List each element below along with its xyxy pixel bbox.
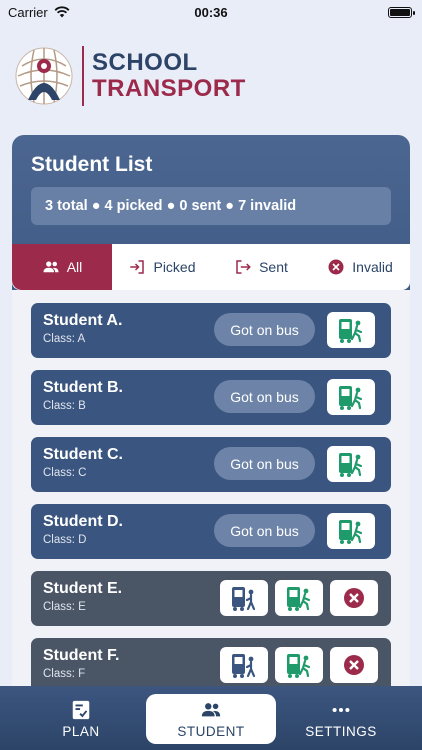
got-on-bus-button[interactable]: Got on bus <box>214 380 315 413</box>
got-on-bus-button[interactable]: Got on bus <box>214 514 315 547</box>
student-list-panel: Student List 3 total ● 4 picked ● 0 sent… <box>12 135 410 750</box>
got-on-bus-button[interactable]: Got on bus <box>214 447 315 480</box>
got-on-bus-button[interactable]: Got on bus <box>214 313 315 346</box>
exit-bus-button[interactable] <box>327 446 375 482</box>
exit-bus-button[interactable] <box>327 513 375 549</box>
student-list: Student A. Class: A Got on bus Student B… <box>12 290 410 750</box>
battery-icon <box>388 6 415 18</box>
board-bus-icon <box>232 587 256 611</box>
mark-invalid-button[interactable] <box>330 647 378 683</box>
nav-plan-label: PLAN <box>62 724 100 739</box>
login-icon <box>130 260 145 274</box>
summary-bar: 3 total ● 4 picked ● 0 sent ● 7 invalid <box>31 187 391 225</box>
logo-line-transport: TRANSPORT <box>92 75 246 102</box>
student-class: Class: E <box>43 601 86 613</box>
carrier-label: Carrier <box>8 4 48 20</box>
student-class: Class: F <box>43 668 86 680</box>
x-circle-icon <box>344 588 364 608</box>
nav-student-label: STUDENT <box>177 724 245 739</box>
more-horizontal-icon <box>332 707 350 713</box>
status-left: Carrier <box>8 5 70 20</box>
nav-plan[interactable]: PLAN <box>16 694 146 744</box>
tab-all[interactable]: All <box>12 244 112 290</box>
exit-bus-icon <box>287 654 311 678</box>
list-item[interactable]: Student E. Class: E <box>31 571 391 626</box>
student-name: Student E. <box>43 580 123 597</box>
exit-bus-button[interactable] <box>327 312 375 348</box>
tab-picked-label: Picked <box>153 259 196 275</box>
users-icon <box>43 261 59 273</box>
list-item[interactable]: Student D. Class: D Got on bus <box>31 504 391 559</box>
users-icon <box>201 703 221 717</box>
exit-bus-button[interactable] <box>275 647 323 683</box>
tab-sent[interactable]: Sent <box>212 244 310 290</box>
list-item[interactable]: Student B. Class: B Got on bus <box>31 370 391 425</box>
nav-student[interactable]: STUDENT <box>146 694 276 744</box>
x-circle-icon <box>328 259 344 275</box>
x-circle-icon <box>344 655 364 675</box>
tab-picked[interactable]: Picked <box>112 244 212 290</box>
tab-invalid-label: Invalid <box>352 259 393 275</box>
tab-invalid[interactable]: Invalid <box>310 244 410 290</box>
list-item[interactable]: Student A. Class: A Got on bus <box>31 303 391 358</box>
mark-invalid-button[interactable] <box>330 580 378 616</box>
checklist-icon <box>72 700 90 720</box>
exit-bus-icon <box>339 453 363 477</box>
bottom-nav: PLAN STUDENT SETTINGS <box>0 686 422 750</box>
nav-settings[interactable]: SETTINGS <box>276 694 406 744</box>
tab-sent-label: Sent <box>259 259 288 275</box>
exit-bus-icon <box>339 386 363 410</box>
app-logo: SCHOOL TRANSPORT <box>14 46 246 106</box>
board-bus-icon <box>232 654 256 678</box>
logout-icon <box>236 260 251 274</box>
nav-settings-label: SETTINGS <box>305 724 377 739</box>
school-logo-icon <box>15 47 73 105</box>
logo-divider <box>82 46 84 106</box>
exit-bus-icon <box>287 587 311 611</box>
exit-bus-icon <box>339 520 363 544</box>
logo-text: SCHOOL TRANSPORT <box>92 48 246 103</box>
status-bar: Carrier 00:36 <box>0 0 422 24</box>
list-item[interactable]: Student C. Class: C Got on bus <box>31 437 391 492</box>
student-name: Student F. <box>43 647 120 664</box>
filter-tabs: All Picked Sent Invalid <box>12 244 410 290</box>
exit-bus-button[interactable] <box>275 580 323 616</box>
page-title: Student List <box>31 153 153 176</box>
tab-all-label: All <box>66 259 83 275</box>
logo-line-school: SCHOOL <box>92 48 198 76</box>
list-item[interactable]: Student F. Class: F <box>31 638 391 693</box>
exit-bus-button[interactable] <box>327 379 375 415</box>
board-bus-button[interactable] <box>220 647 268 683</box>
board-bus-button[interactable] <box>220 580 268 616</box>
wifi-icon <box>54 6 70 18</box>
exit-bus-icon <box>339 319 363 343</box>
